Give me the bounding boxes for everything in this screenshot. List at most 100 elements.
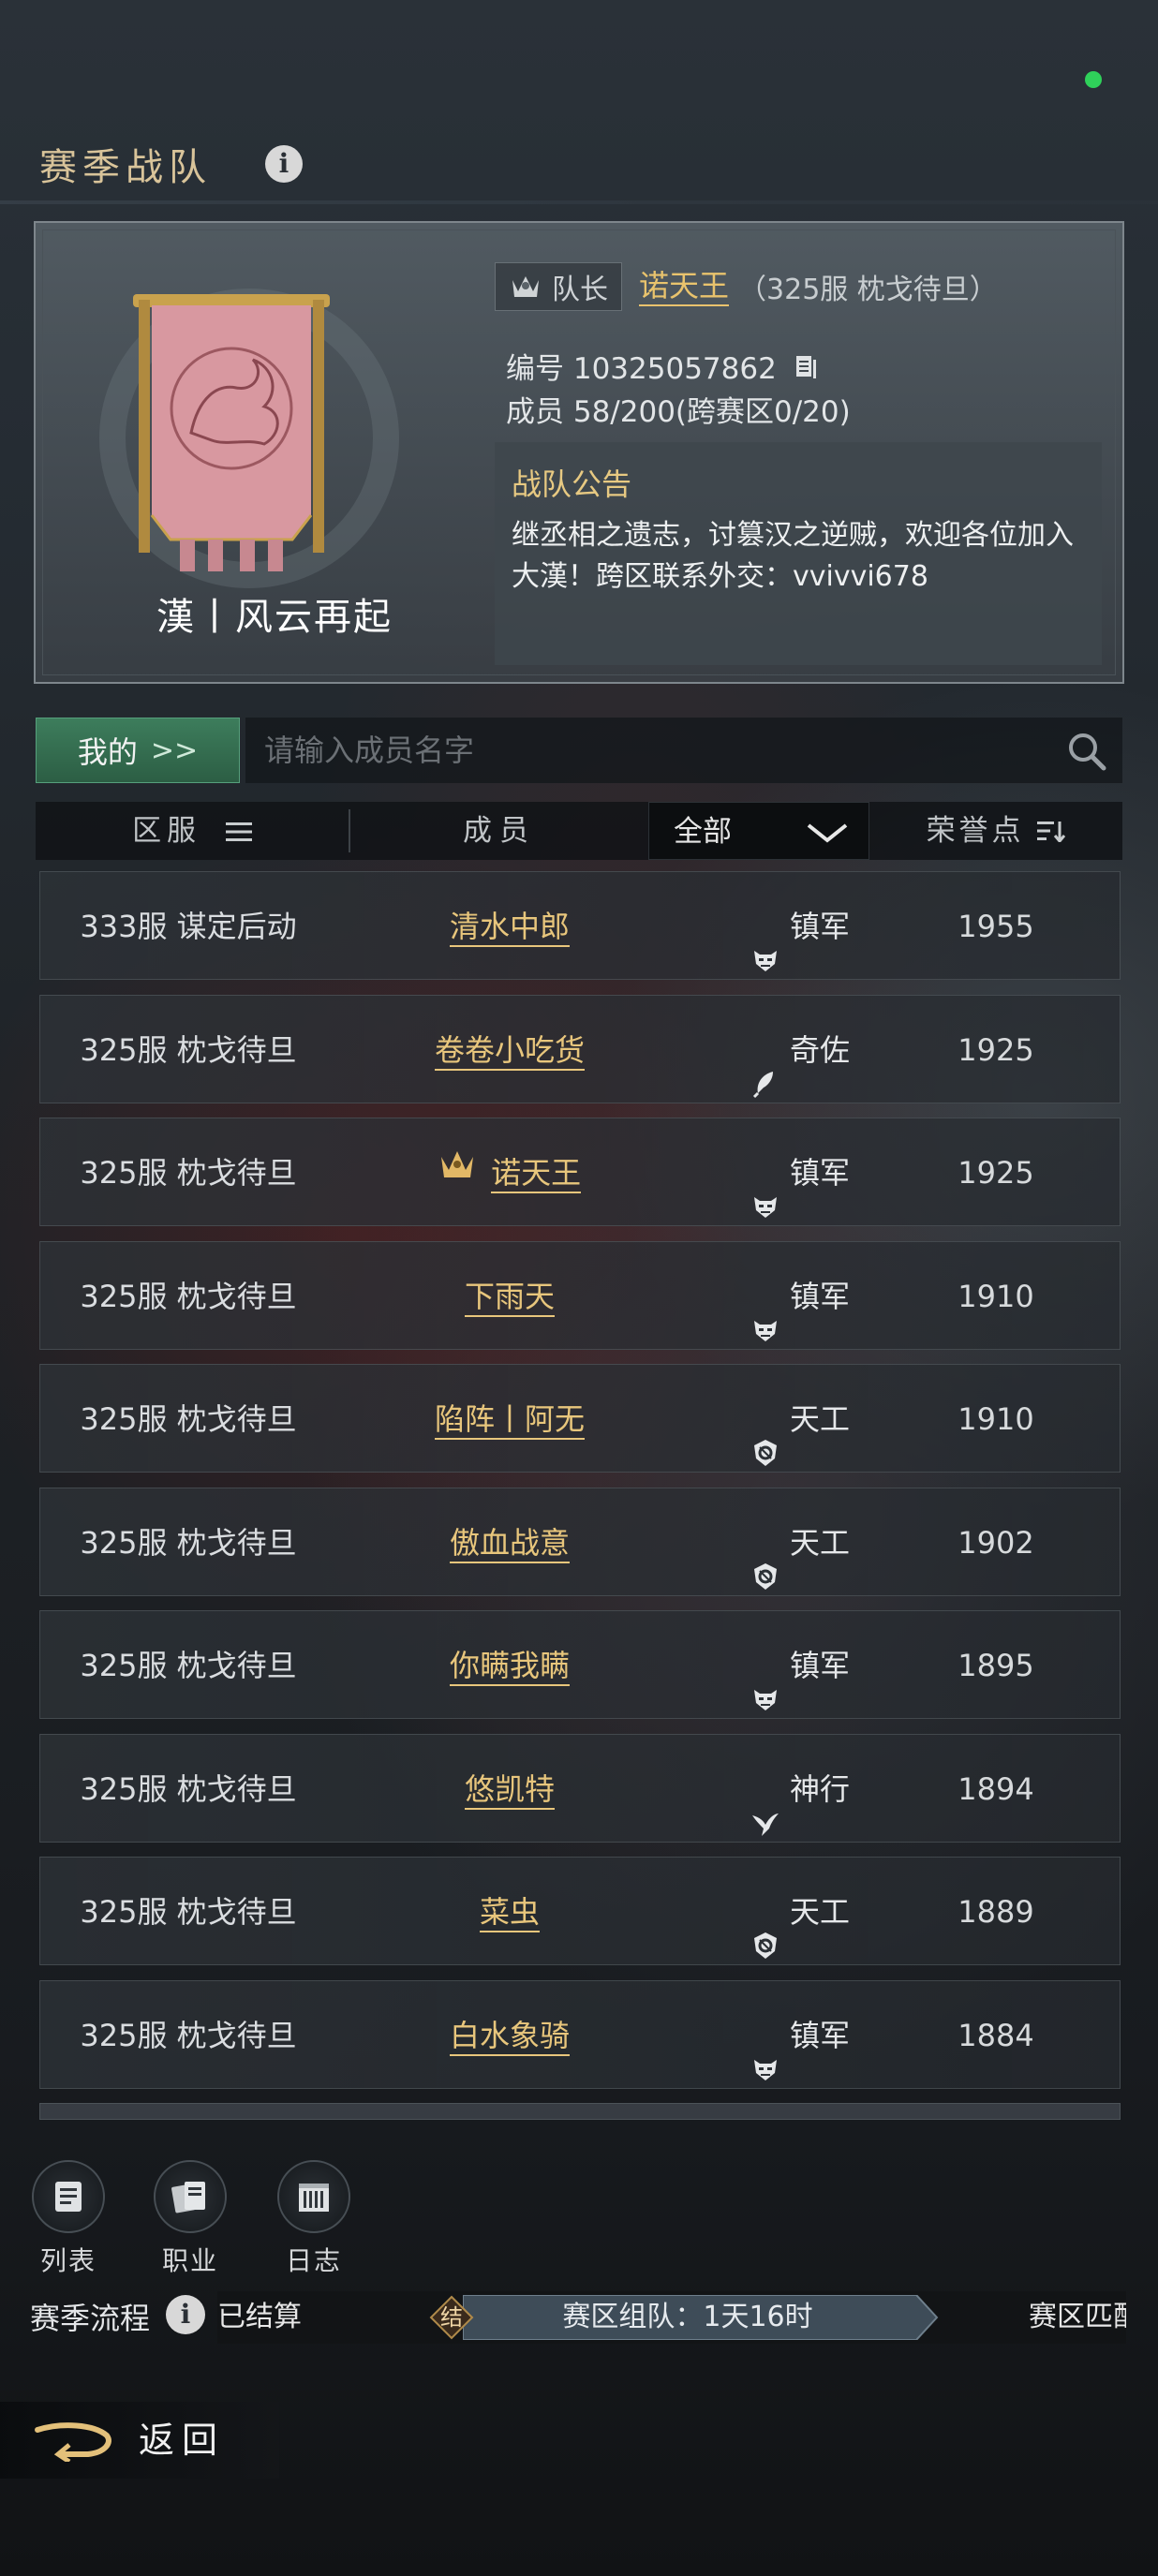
member-server: 325服 枕戈待旦 (80, 1278, 297, 1314)
member-server: 325服 枕戈待旦 (80, 1401, 297, 1437)
flow-node-marker: 结 (429, 2295, 474, 2340)
member-class-name: 神行 (789, 1770, 850, 1807)
mine-label: 我的 (77, 734, 138, 770)
member-name-link[interactable]: 清水中郎 (449, 908, 570, 947)
member-cell: 傲血战意 (336, 1488, 683, 1597)
leader-label: 队长 (552, 274, 608, 306)
member-row[interactable]: 325服 枕戈待旦 白水象骑 镇军 1884 (39, 1979, 1121, 2089)
flow-stage-next: 赛区匹配 (1029, 2301, 1126, 2333)
member-honor: 1925 (958, 1031, 1034, 1068)
list-tool-label: 列表 (39, 2245, 96, 2276)
log-tool-button[interactable]: 日志 (272, 2160, 356, 2278)
list-tool-button[interactable]: 列表 (26, 2160, 111, 2278)
title-divider (0, 200, 1158, 204)
member-class: 神行 (683, 1735, 917, 1843)
member-class: 镇军 (683, 1118, 917, 1227)
menu-icon (225, 804, 252, 862)
member-row[interactable]: 325服 枕戈待旦 诺天王 镇军 1925 (39, 1118, 1121, 1226)
member-class: 天工 (683, 1858, 917, 1966)
feather-icon (750, 1034, 780, 1098)
member-server: 325服 枕戈待旦 (80, 1770, 297, 1807)
header-honor[interactable]: 荣誉点 (869, 802, 1122, 860)
demon-mask-icon (750, 910, 780, 971)
log-icon (277, 2160, 350, 2233)
notice-box: 战队公告 继丞相之遗志，讨篡汉之逆贼，欢迎各位加入大漢！跨区联系外交：vvivv… (495, 442, 1102, 665)
member-name-link[interactable]: 陷阵丨阿无 (434, 1400, 585, 1440)
search-input[interactable] (264, 718, 1051, 783)
member-name-link[interactable]: 你瞒我瞒 (449, 1647, 570, 1686)
leader-name-link[interactable]: 诺天王 (639, 267, 730, 306)
member-row-partial (39, 2103, 1121, 2120)
member-row[interactable]: 325服 枕戈待旦 卷卷小吃货 奇佐 1925 (39, 994, 1121, 1104)
leader-badge: 队长 (495, 262, 622, 311)
member-row[interactable]: 325服 枕戈待旦 傲血战意 天工 1902 (39, 1487, 1121, 1597)
demon-mask-icon (750, 1157, 780, 1218)
member-server: 325服 枕戈待旦 (80, 1524, 297, 1561)
team-card: 漢丨风云再起 队长 诺天王 （325服 枕戈待旦） 编号 10325057862… (34, 221, 1124, 684)
member-honor: 1910 (958, 1401, 1034, 1437)
online-status-dot (1085, 71, 1102, 88)
search-icon[interactable] (1066, 731, 1107, 776)
double-chevron-icon: >> (150, 733, 199, 767)
member-class-name: 镇军 (789, 909, 850, 944)
crown-icon (512, 276, 539, 297)
member-cell: 卷卷小吃货 (336, 996, 683, 1104)
info-icon[interactable]: i (265, 145, 303, 183)
member-name-link[interactable]: 傲血战意 (449, 1524, 570, 1563)
member-server: 333服 谋定后动 (80, 909, 297, 944)
member-class-name: 镇军 (789, 1278, 850, 1314)
member-cell: 你瞒我瞒 (336, 1611, 683, 1720)
member-name-link[interactable]: 下雨天 (464, 1278, 555, 1317)
member-cell: 菜虫 (336, 1858, 683, 1966)
member-row[interactable]: 325服 枕戈待旦 悠凯特 神行 1894 (39, 1733, 1121, 1843)
season-flow-info-icon[interactable]: i (166, 2295, 205, 2334)
member-class: 镇军 (683, 1242, 917, 1351)
bird-icon (750, 1773, 780, 1836)
member-cell: 诺天王 (336, 1118, 683, 1227)
member-row[interactable]: 333服 谋定后动 清水中郎 镇军 1955 (39, 871, 1121, 980)
flow-stage-prev: 已结算 (217, 2301, 302, 2333)
flow-stage-current: 赛区组队：1天16时 (463, 2295, 1096, 2340)
header-server-label: 区服 (132, 814, 202, 848)
season-flow-track: 已结算 赛区组队：1天16时 赛区匹配 (217, 2291, 1126, 2344)
log-tool-label: 日志 (285, 2245, 342, 2276)
season-flow-label: 赛季流程 (30, 2301, 151, 2336)
member-class: 天工 (683, 1488, 917, 1597)
class-filter-select[interactable]: 全部 (648, 802, 869, 860)
job-tool-button[interactable]: 职业 (148, 2160, 232, 2278)
back-button[interactable]: 返回 (0, 2402, 279, 2479)
member-cell: 悠凯特 (336, 1735, 683, 1843)
member-class-name: 天工 (789, 1401, 850, 1437)
header-server[interactable]: 区服 (36, 802, 349, 860)
member-row[interactable]: 325服 枕戈待旦 你瞒我瞒 镇军 1895 (39, 1610, 1121, 1719)
mine-button[interactable]: 我的 >> (36, 718, 240, 783)
member-honor: 1902 (958, 1524, 1034, 1561)
member-honor: 1895 (958, 1648, 1034, 1683)
gear-shield-icon (750, 1403, 780, 1466)
chevron-down-icon (807, 823, 848, 843)
copy-icon[interactable] (794, 354, 818, 388)
member-honor: 1955 (958, 909, 1034, 944)
member-row[interactable]: 325服 枕戈待旦 菜虫 天工 1889 (39, 1857, 1121, 1965)
member-row[interactable]: 325服 枕戈待旦 下雨天 镇军 1910 (39, 1240, 1121, 1351)
member-honor: 1910 (958, 1278, 1034, 1314)
member-name-link[interactable]: 诺天王 (491, 1154, 582, 1193)
team-banner (133, 294, 330, 575)
flow-current-text: 赛区组队：1天16时 (562, 2301, 813, 2333)
member-name-link[interactable]: 白水象骑 (449, 2017, 570, 2056)
leader-row: 队长 诺天王 （325服 枕戈待旦） (495, 262, 998, 311)
job-tool-label: 职业 (161, 2245, 218, 2276)
demon-mask-icon (750, 1650, 780, 1710)
member-class-name: 天工 (789, 1894, 850, 1930)
demon-mask-icon (750, 1281, 780, 1341)
member-class-name: 镇军 (789, 2017, 850, 2053)
list-icon (32, 2160, 105, 2233)
member-server: 325服 枕戈待旦 (80, 1648, 297, 1683)
team-id-line: 编号 10325057862 (506, 345, 818, 388)
member-row[interactable]: 325服 枕戈待旦 陷阵丨阿无 天工 1910 (39, 1364, 1121, 1473)
job-card-icon (154, 2160, 227, 2233)
member-server: 325服 枕戈待旦 (80, 1155, 297, 1191)
member-name-link[interactable]: 悠凯特 (464, 1770, 555, 1810)
member-name-link[interactable]: 菜虫 (479, 1893, 540, 1932)
member-name-link[interactable]: 卷卷小吃货 (434, 1031, 585, 1071)
